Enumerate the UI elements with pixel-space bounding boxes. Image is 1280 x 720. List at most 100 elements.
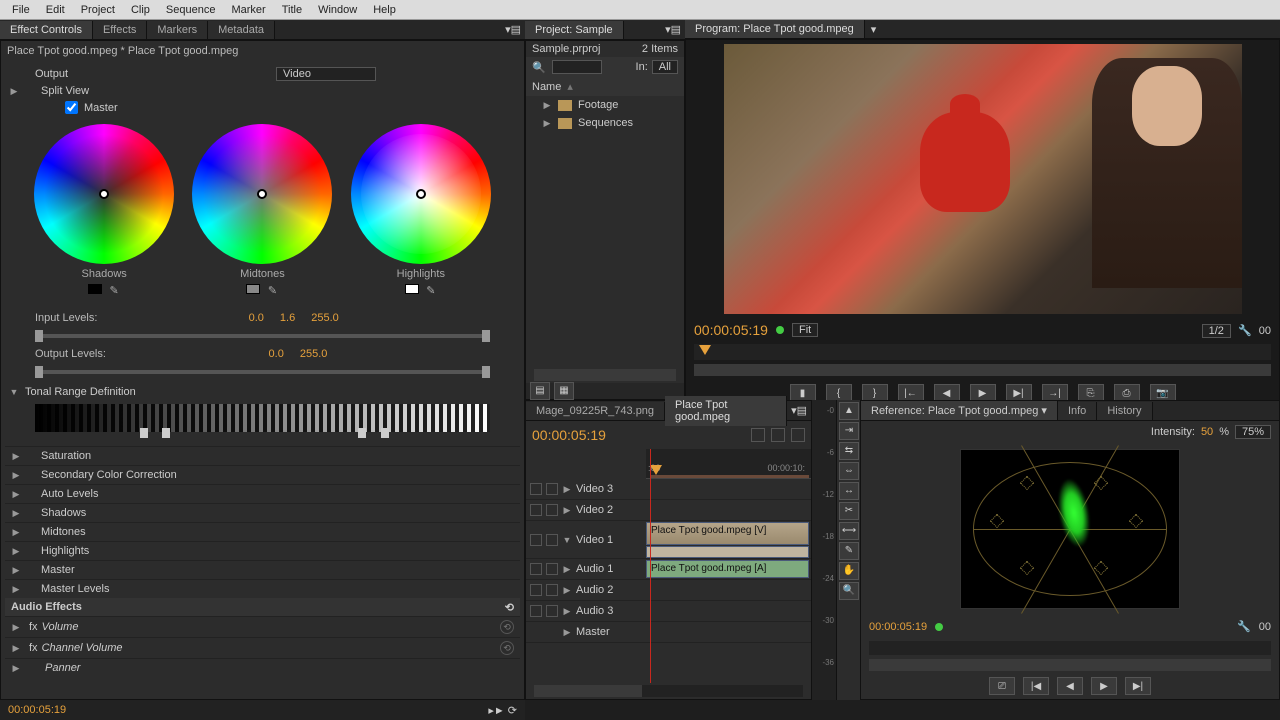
midtones-swatch[interactable] bbox=[246, 284, 260, 294]
tonal-handle[interactable] bbox=[381, 428, 389, 438]
expand-arrow-icon[interactable] bbox=[562, 585, 572, 596]
expand-arrow-icon[interactable] bbox=[11, 663, 21, 674]
tab-effect-controls[interactable]: Effect Controls bbox=[0, 21, 93, 39]
effect-highlights[interactable]: Highlights bbox=[25, 545, 89, 557]
track-video1[interactable]: Place Tpot good.mpeg [V] bbox=[646, 521, 811, 559]
output-level-black[interactable]: 0.0 bbox=[269, 348, 284, 360]
menu-title[interactable]: Title bbox=[274, 2, 310, 18]
slider-handle[interactable] bbox=[482, 366, 490, 378]
last-frame-button[interactable]: ▶| bbox=[1125, 677, 1151, 695]
track-audio1[interactable]: Place Tpot good.mpeg [A] bbox=[646, 559, 811, 580]
shadows-wheel[interactable] bbox=[34, 124, 174, 264]
tab-program[interactable]: Program: Place Tpot good.mpeg bbox=[685, 20, 865, 38]
marker-icon[interactable] bbox=[771, 428, 785, 442]
panel-menu-icon[interactable]: ▾▤ bbox=[791, 404, 807, 417]
fit-select[interactable]: Fit bbox=[792, 323, 818, 337]
settings-icon[interactable] bbox=[791, 428, 805, 442]
track-audio3[interactable] bbox=[646, 601, 811, 622]
program-timecode[interactable]: 00:00:05:19 bbox=[694, 322, 768, 338]
intensity-value[interactable]: 50 bbox=[1201, 426, 1213, 438]
wheel-handle[interactable] bbox=[99, 189, 109, 199]
menu-file[interactable]: File bbox=[4, 2, 38, 18]
step-back-button[interactable]: ◀ bbox=[1057, 677, 1083, 695]
expand-arrow-icon[interactable] bbox=[11, 546, 21, 557]
wheel-handle[interactable] bbox=[416, 189, 426, 199]
list-view-icon[interactable]: ▤ bbox=[530, 382, 550, 400]
tab-effects[interactable]: Effects bbox=[93, 21, 147, 39]
ripple-tool[interactable]: ⇆ bbox=[839, 442, 859, 460]
tab-sequence-1[interactable]: Mage_09225R_743.png bbox=[526, 402, 665, 420]
rate-stretch-tool[interactable]: ↔ bbox=[839, 482, 859, 500]
settings-icon[interactable]: 🔧 bbox=[1234, 325, 1256, 337]
highlights-wheel[interactable] bbox=[351, 124, 491, 264]
dropdown-icon[interactable]: ▾ bbox=[1041, 405, 1047, 417]
playhead-line[interactable] bbox=[650, 449, 651, 683]
input-level-gamma[interactable]: 1.6 bbox=[280, 312, 295, 324]
search-icon[interactable]: 🔍 bbox=[532, 61, 546, 74]
track-header-audio1[interactable]: Audio 1 bbox=[526, 559, 646, 580]
play-button[interactable]: ▶ bbox=[1091, 677, 1117, 695]
eye-icon[interactable] bbox=[530, 483, 542, 495]
menu-window[interactable]: Window bbox=[310, 2, 365, 18]
expand-arrow-icon[interactable] bbox=[11, 451, 21, 462]
tonal-handle[interactable] bbox=[358, 428, 366, 438]
icon-view-icon[interactable]: ▦ bbox=[554, 382, 574, 400]
highlights-swatch[interactable] bbox=[405, 284, 419, 294]
sort-icon[interactable]: ▴ bbox=[567, 80, 573, 93]
gang-button[interactable]: ⎚ bbox=[989, 677, 1015, 695]
track-header-video2[interactable]: Video 2 bbox=[526, 500, 646, 521]
tab-info[interactable]: Info bbox=[1058, 402, 1097, 420]
scope-timecode[interactable]: 00:00:05:19 bbox=[869, 621, 927, 633]
program-preview[interactable] bbox=[724, 44, 1242, 314]
input-levels-slider[interactable] bbox=[35, 334, 490, 338]
dropdown-icon[interactable]: ▾ bbox=[865, 23, 883, 36]
expand-arrow-icon[interactable] bbox=[542, 100, 552, 111]
zoom-slider-icon[interactable]: ▸► ⟳ bbox=[488, 704, 517, 717]
tab-reference[interactable]: Reference: Place Tpot good.mpeg ▾ bbox=[861, 401, 1058, 420]
expand-arrow-icon[interactable] bbox=[562, 535, 572, 545]
output-levels-slider[interactable] bbox=[35, 370, 490, 374]
zoom-tool[interactable]: 🔍 bbox=[839, 582, 859, 600]
eyedropper-icon[interactable]: ✎ bbox=[108, 284, 120, 296]
expand-arrow-icon[interactable] bbox=[562, 627, 572, 638]
clip-audio1[interactable]: Place Tpot good.mpeg [A] bbox=[646, 560, 809, 578]
tonal-range-strip[interactable] bbox=[35, 404, 490, 432]
program-scroll[interactable] bbox=[694, 364, 1271, 376]
menu-project[interactable]: Project bbox=[73, 2, 123, 18]
track-header-video1[interactable]: Video 1 bbox=[526, 521, 646, 559]
rolling-tool[interactable]: ⇔ bbox=[839, 462, 859, 480]
scope-settings-icon[interactable]: 🔧 bbox=[1237, 620, 1251, 633]
scope-scroll[interactable] bbox=[869, 659, 1271, 671]
expand-arrow-icon[interactable] bbox=[11, 470, 21, 481]
track-select-tool[interactable]: ⇥ bbox=[839, 422, 859, 440]
search-input[interactable] bbox=[552, 60, 602, 74]
timeline-zoom-scroll[interactable] bbox=[534, 685, 803, 697]
output-select[interactable]: Video bbox=[276, 67, 376, 81]
expand-arrow-icon[interactable] bbox=[11, 643, 21, 654]
lock-icon[interactable] bbox=[546, 504, 558, 516]
effect-secondary-cc[interactable]: Secondary Color Correction bbox=[25, 469, 177, 481]
first-frame-button[interactable]: |◀ bbox=[1023, 677, 1049, 695]
slider-handle[interactable] bbox=[482, 330, 490, 342]
tab-markers[interactable]: Markers bbox=[147, 21, 208, 39]
expand-arrow-icon[interactable] bbox=[11, 584, 21, 595]
tonal-handle[interactable] bbox=[162, 428, 170, 438]
timeline-timecode[interactable]: 00:00:05:19 bbox=[532, 427, 606, 443]
speaker-icon[interactable] bbox=[530, 584, 542, 596]
speaker-icon[interactable] bbox=[530, 563, 542, 575]
audio-volume[interactable]: Volume bbox=[42, 621, 79, 633]
lock-icon[interactable] bbox=[546, 584, 558, 596]
resolution-select[interactable]: 1/2 bbox=[1202, 324, 1231, 338]
timeline-ruler[interactable]: :00 00:00:10: bbox=[646, 449, 811, 479]
project-scrollbar-h[interactable] bbox=[534, 369, 676, 381]
expand-arrow-icon[interactable] bbox=[11, 527, 21, 538]
lock-icon[interactable] bbox=[546, 605, 558, 617]
lock-icon[interactable] bbox=[546, 534, 558, 546]
eye-icon[interactable] bbox=[530, 504, 542, 516]
menu-sequence[interactable]: Sequence bbox=[158, 2, 224, 18]
footer-timecode[interactable]: 00:00:05:19 bbox=[8, 704, 66, 716]
expand-arrow-icon[interactable] bbox=[562, 484, 572, 495]
tab-metadata[interactable]: Metadata bbox=[208, 21, 275, 39]
hand-tool[interactable]: ✋ bbox=[839, 562, 859, 580]
eyedropper-icon[interactable]: ✎ bbox=[266, 284, 278, 296]
